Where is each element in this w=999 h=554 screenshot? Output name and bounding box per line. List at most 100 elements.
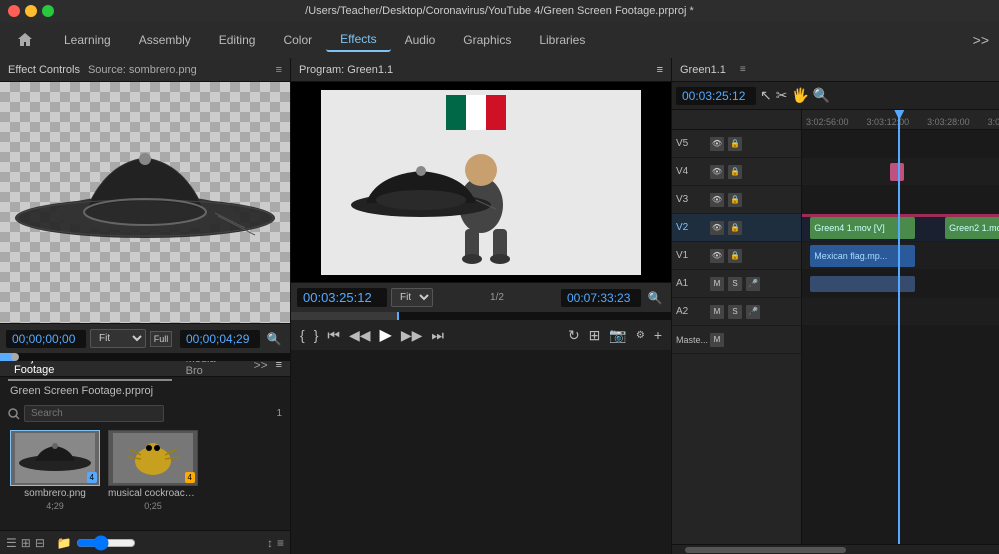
source-quality-button[interactable]: Full (150, 331, 172, 347)
program-play[interactable]: ▶ (377, 323, 395, 347)
v5-lock-button[interactable]: 🔒 (728, 137, 742, 151)
left-panel: Effect Controls Source: sombrero.png ≡ (0, 58, 291, 554)
v3-lock-button[interactable]: 🔒 (728, 193, 742, 207)
project-item-cockroach[interactable]: 4 musical cockroach... 0;25 (108, 430, 198, 511)
nav-assembly[interactable]: Assembly (125, 29, 205, 51)
project-search-area: 1 (4, 401, 286, 426)
project-item-sombrero[interactable]: 4 sombrero.png 4;29 (10, 430, 100, 511)
nav-audio[interactable]: Audio (391, 29, 450, 51)
program-settings[interactable]: ⚙ (633, 328, 648, 343)
source-progress-bar[interactable] (0, 353, 290, 361)
program-step-back[interactable]: ⏮ (324, 325, 343, 346)
v5-eye-button[interactable]: 👁 (710, 137, 724, 151)
track-label-v5: V5 👁 🔒 (672, 130, 801, 158)
a1-mic-button[interactable]: 🎤 (746, 277, 760, 291)
program-export-frame[interactable]: 📷 (606, 325, 629, 346)
program-progress-bar[interactable] (291, 312, 671, 320)
ruler-mark-2: 3:03:12:00 (863, 117, 914, 127)
timeline-timecode: 00:03:25:12 (676, 87, 756, 105)
timeline-tool-zoom[interactable]: 🔍 (813, 87, 830, 104)
nav-learning[interactable]: Learning (50, 29, 125, 51)
cockroach-badge: 4 (185, 472, 195, 483)
zoom-in-button[interactable]: 🔍 (264, 329, 284, 349)
nav-more-button[interactable]: >> (973, 32, 989, 48)
close-button[interactable] (8, 5, 20, 17)
playhead[interactable] (898, 110, 900, 544)
new-bin-icon[interactable]: 📁 (57, 536, 72, 550)
v1-eye-button[interactable]: 👁 (710, 249, 724, 263)
v3-eye-button[interactable]: 👁 (710, 193, 724, 207)
nav-effects[interactable]: Effects (326, 28, 390, 52)
program-monitor-menu[interactable]: ≡ (657, 64, 663, 76)
home-button[interactable] (10, 25, 40, 55)
a1-solo-button[interactable]: S (728, 277, 742, 291)
program-end-timecode: 00:07:33:23 (561, 289, 641, 307)
a1-mute-button[interactable]: M (710, 277, 724, 291)
effect-controls-panel: Effect Controls Source: sombrero.png ≡ (0, 58, 290, 353)
v4-track-row (802, 158, 999, 186)
sombrero-thumb-image (15, 433, 95, 483)
timeline-tool-select[interactable]: ↖ (760, 87, 772, 104)
v4-eye-button[interactable]: 👁 (710, 165, 724, 179)
sombrero-preview (5, 113, 285, 293)
program-rewind[interactable]: ◀◀ (346, 325, 374, 346)
sombrero-thumbnail: 4 (10, 430, 100, 486)
source-end-timecode: 00;00;04;29 (180, 330, 260, 348)
timeline-scrollbar[interactable] (672, 544, 999, 554)
track-label-a1: A1 M S 🎤 (672, 270, 801, 298)
a2-solo-button[interactable]: S (728, 305, 742, 319)
a1-track-row (802, 270, 999, 298)
program-zoom-icon[interactable]: 🔍 (645, 288, 665, 308)
v2-eye-button[interactable]: 👁 (710, 221, 724, 235)
project-search-input[interactable] (24, 405, 164, 422)
timeline-tool-hand[interactable]: 🖐 (791, 87, 808, 104)
v1-lock-button[interactable]: 🔒 (728, 249, 742, 263)
project-menu-btn[interactable]: ≡ (277, 536, 284, 550)
ruler-mark-1: 3:02:56:00 (802, 117, 853, 127)
v1-track-row: Mexican flag.mp... (802, 242, 999, 270)
minimize-button[interactable] (25, 5, 37, 17)
program-mark-out[interactable]: } (311, 325, 322, 345)
nav-libraries[interactable]: Libraries (525, 29, 599, 51)
maximize-button[interactable] (42, 5, 54, 17)
v4-clip[interactable] (890, 163, 904, 181)
track-label-master: Maste... M (672, 326, 801, 354)
program-loop-button[interactable]: ↻ (565, 325, 583, 346)
track-labels: V5 👁 🔒 V4 👁 🔒 V3 👁 🔒 V2 (672, 110, 802, 544)
program-fast-forward[interactable]: ▶▶ (398, 325, 426, 346)
timeline-header-menu[interactable]: ≡ (740, 64, 746, 75)
scroll-thumb[interactable] (685, 547, 847, 553)
program-step-forward[interactable]: ⏭ (428, 325, 447, 346)
sort-icon[interactable]: ↕ (267, 536, 273, 550)
effect-controls-menu-icon[interactable]: ≡ (276, 64, 282, 76)
nav-color[interactable]: Color (269, 29, 326, 51)
icon-view-icon[interactable]: ⊞ (21, 536, 31, 550)
timeline-title: Green1.1 (680, 64, 726, 76)
master-mute-button[interactable]: M (710, 333, 724, 347)
sombrero-duration: 4;29 (46, 501, 64, 511)
list-view-icon[interactable]: ☰ (6, 536, 17, 550)
window-title: /Users/Teacher/Desktop/Coronavirus/YouTu… (305, 5, 694, 17)
cockroach-thumb-image (113, 433, 193, 483)
v2-lock-button[interactable]: 🔒 (728, 221, 742, 235)
zoom-slider[interactable] (76, 535, 136, 551)
timeline-header: Green1.1 ≡ (672, 58, 999, 82)
nav-graphics[interactable]: Graphics (449, 29, 525, 51)
program-mark-in[interactable]: { (297, 325, 308, 345)
v4-lock-button[interactable]: 🔒 (728, 165, 742, 179)
a2-mute-button[interactable]: M (710, 305, 724, 319)
program-fit-select[interactable]: Fit (391, 288, 433, 307)
nav-editing[interactable]: Editing (205, 29, 270, 51)
a2-mic-button[interactable]: 🎤 (746, 305, 760, 319)
main-area: Effect Controls Source: sombrero.png ≡ (0, 58, 999, 554)
clip-green2[interactable]: Green2 1.mov [V] (945, 217, 999, 239)
project-content: Green Screen Footage.prproj 1 (0, 377, 290, 530)
window-controls[interactable] (8, 5, 54, 17)
source-fit-select[interactable]: Fit 25% 50% 100% (90, 329, 146, 348)
program-safe-margins[interactable]: ⊞ (586, 325, 604, 346)
timeline-tool-razor[interactable]: ✂ (776, 87, 788, 104)
freeform-icon[interactable]: ⊟ (35, 536, 45, 550)
master-track-row (802, 326, 999, 354)
program-add-button[interactable]: + (651, 325, 665, 345)
ruler-mark-4: 3:03:44:00 (984, 117, 999, 127)
